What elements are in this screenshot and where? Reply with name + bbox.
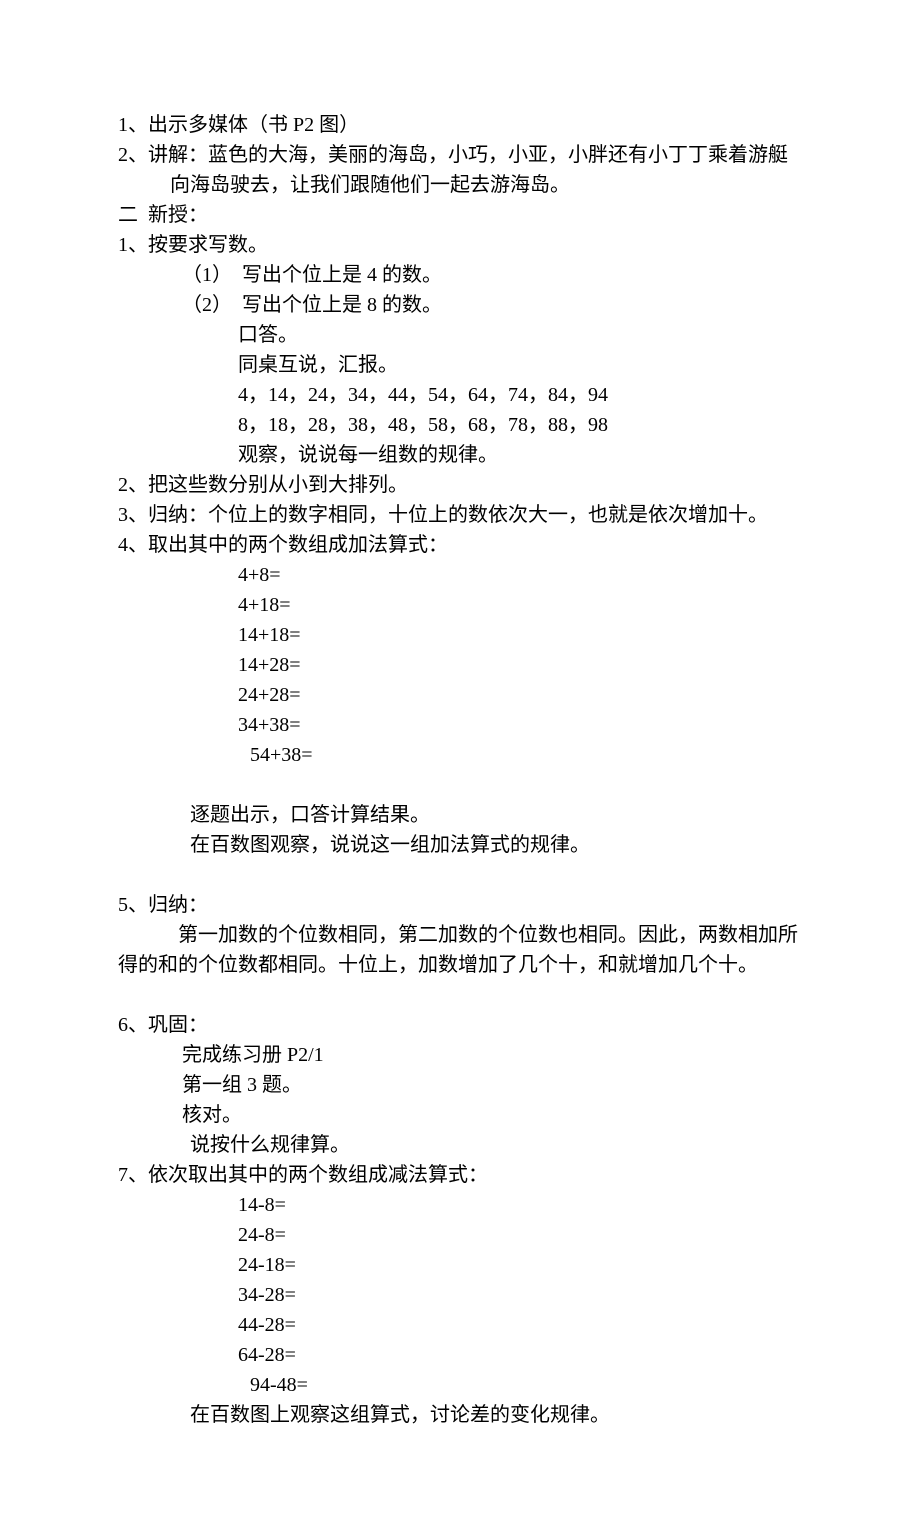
subitem-2-1-1: （1） 写出个位上是 4 的数。 <box>118 260 802 290</box>
line-deskmate: 同桌互说，汇报。 <box>118 350 802 380</box>
number-list-8s: 8，18，28，38，48，58，68，78，88，98 <box>118 410 802 440</box>
add-expr-3: 14+18= <box>118 620 802 650</box>
add-expr-7: 54+38= <box>118 740 802 770</box>
item-2-1: 1、按要求写数。 <box>118 230 802 260</box>
line-hundred-chart-add: 在百数图观察，说说这一组加法算式的规律。 <box>118 830 802 860</box>
line-show-one-by-one: 逐题出示，口答计算结果。 <box>118 800 802 830</box>
item-2-5: 5、归纳： <box>118 890 802 920</box>
sub-expr-3: 24-18= <box>118 1250 802 1280</box>
line-workbook: 完成练习册 P2/1 <box>118 1040 802 1070</box>
item-1: 1、出示多媒体（书 P2 图） <box>118 110 802 140</box>
sub-expr-7: 94-48= <box>118 1370 802 1400</box>
add-expr-1: 4+8= <box>118 560 802 590</box>
item-2: 2、讲解：蓝色的大海，美丽的海岛，小巧，小亚，小胖还有小丁丁乘着游艇向海岛驶去，… <box>118 140 802 200</box>
sub-expr-1: 14-8= <box>118 1190 802 1220</box>
number-list-4s: 4，14，24，34，44，54，64，74，84，94 <box>118 380 802 410</box>
add-expr-6: 34+38= <box>118 710 802 740</box>
add-expr-5: 24+28= <box>118 680 802 710</box>
sub-expr-2: 24-8= <box>118 1220 802 1250</box>
item-2-3: 3、归纳：个位上的数字相同，十位上的数依次大一，也就是依次增加十。 <box>118 500 802 530</box>
subitem-2-1-2: （2） 写出个位上是 8 的数。 <box>118 290 802 320</box>
item-2-2: 2、把这些数分别从小到大排列。 <box>118 470 802 500</box>
item-2-6: 6、巩固： <box>118 1010 802 1040</box>
spacer <box>118 770 802 800</box>
spacer <box>118 980 802 1010</box>
line-first-group-3: 第一组 3 题。 <box>118 1070 802 1100</box>
section-2-heading: 二 新授： <box>118 200 802 230</box>
item-2-5-body: 第一加数的个位数相同，第二加数的个位数也相同。因此，两数相加所得的和的个位数都相… <box>118 920 802 980</box>
line-say-rule: 说按什么规律算。 <box>118 1130 802 1160</box>
add-expr-4: 14+28= <box>118 650 802 680</box>
item-2-4: 4、取出其中的两个数组成加法算式： <box>118 530 802 560</box>
sub-expr-5: 44-28= <box>118 1310 802 1340</box>
add-expr-2: 4+18= <box>118 590 802 620</box>
spacer <box>118 860 802 890</box>
sub-expr-4: 34-28= <box>118 1280 802 1310</box>
line-check: 核对。 <box>118 1100 802 1130</box>
line-observe-pattern: 观察，说说每一组数的规律。 <box>118 440 802 470</box>
sub-expr-6: 64-28= <box>118 1340 802 1370</box>
document-page: 1、出示多媒体（书 P2 图） 2、讲解：蓝色的大海，美丽的海岛，小巧，小亚，小… <box>0 0 920 1530</box>
line-hundred-chart-sub: 在百数图上观察这组算式，讨论差的变化规律。 <box>118 1400 802 1430</box>
line-oral-answer: 口答。 <box>118 320 802 350</box>
item-2-7: 7、依次取出其中的两个数组成减法算式： <box>118 1160 802 1190</box>
